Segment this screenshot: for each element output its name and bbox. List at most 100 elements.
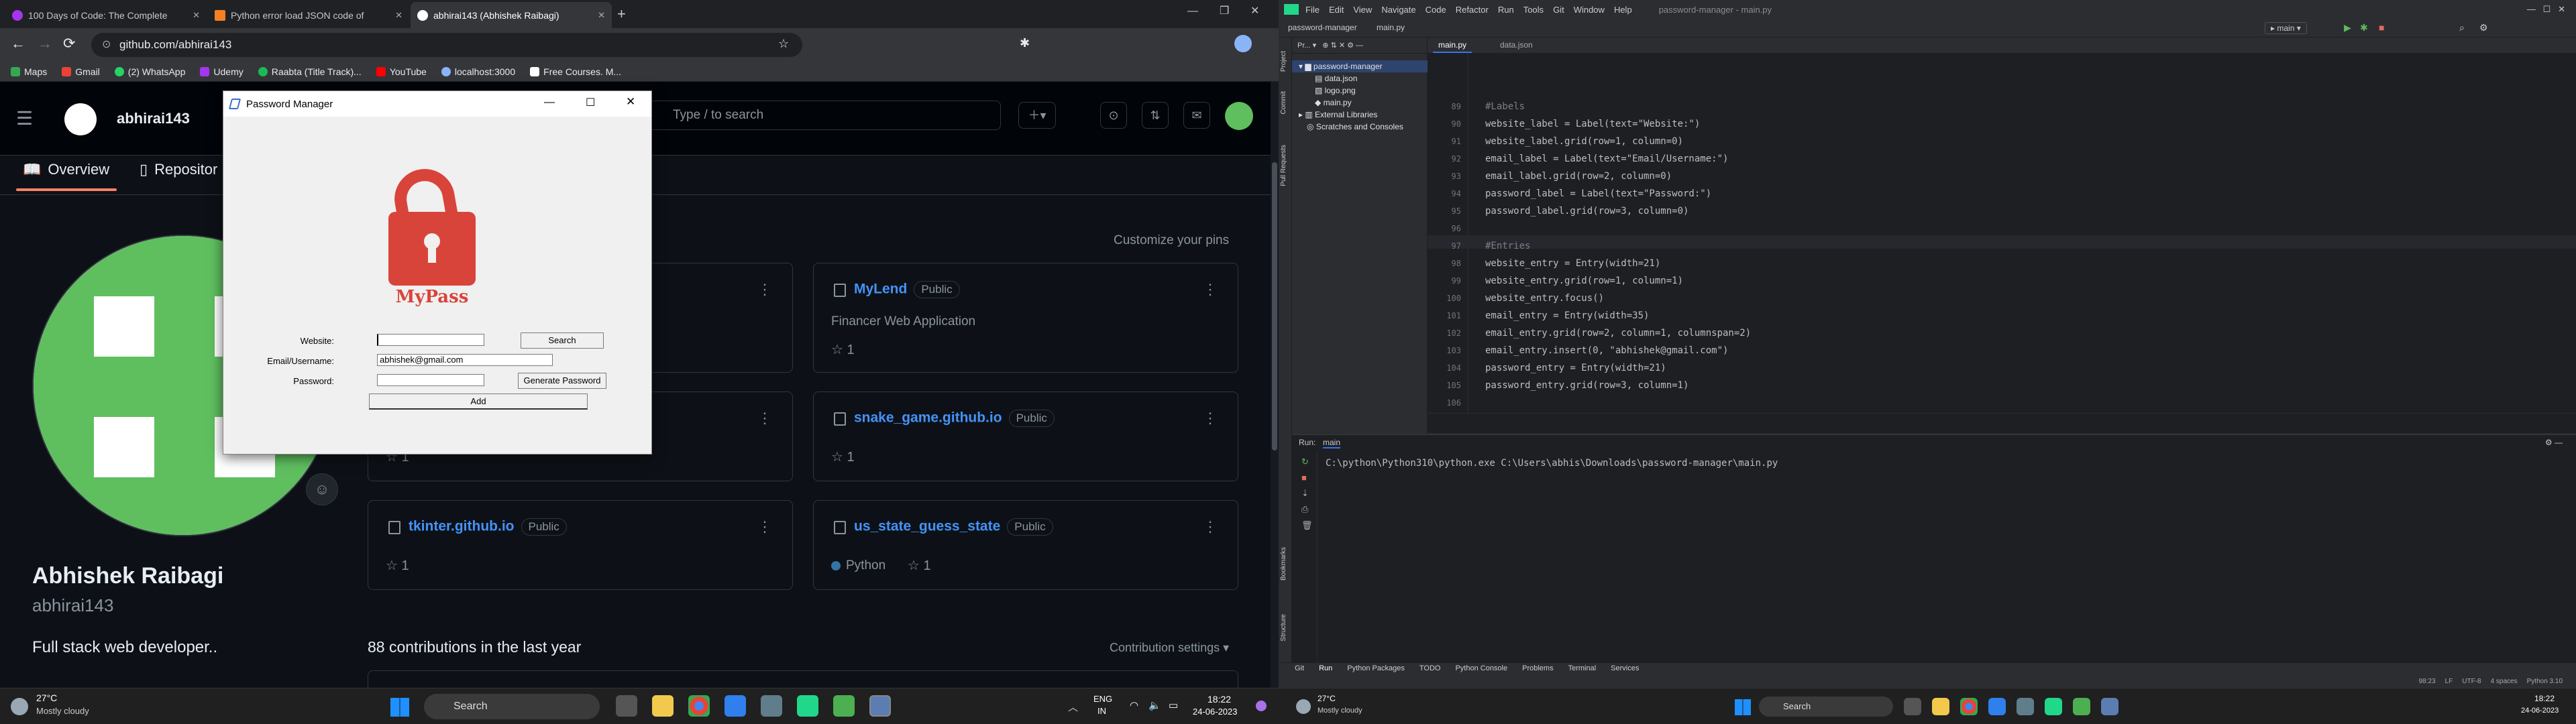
bottom-tab-python-console[interactable]: Python Console <box>1455 664 1507 672</box>
tab-repositories[interactable]: ▯ Repositor <box>140 161 217 178</box>
search-everywhere-icon[interactable]: ⌕ <box>2459 22 2465 34</box>
weather-cloud-icon[interactable] <box>1296 699 1311 714</box>
search-button[interactable]: Search <box>521 333 604 349</box>
tree-node-data-json[interactable]: ▤ data.json <box>1315 74 1357 83</box>
chrome-icon[interactable] <box>688 695 710 717</box>
python-tk-icon[interactable] <box>2101 698 2118 715</box>
website-entry[interactable] <box>377 334 484 346</box>
code-line[interactable]: email_entry.insert(0, "abhishek@gmail.co… <box>1485 345 1728 356</box>
scroll-end-icon[interactable]: ⇣ <box>1301 488 1317 499</box>
drag-handle-icon[interactable]: ⋮ <box>1203 518 1218 536</box>
task-view-icon[interactable] <box>1904 698 1921 715</box>
editor-horizontal-scroll[interactable] <box>1428 413 2576 433</box>
notification-badge[interactable] <box>1256 701 1267 711</box>
run-tab-main[interactable]: main <box>1323 438 1341 448</box>
set-status-smiley-icon[interactable]: ☺ <box>306 473 338 505</box>
python-tk-icon[interactable] <box>869 695 891 717</box>
code-line[interactable]: website_label.grid(row=1, column=0) <box>1485 136 1683 147</box>
clock-time[interactable]: 18:22 <box>1208 694 1231 705</box>
battery-icon[interactable]: ▭ <box>1169 699 1178 711</box>
github-logo-icon[interactable] <box>64 103 97 135</box>
project-panel-header[interactable]: Pr... ▾ ⊕ ⇅ ✕ ⚙ — <box>1292 38 1428 54</box>
tab-overview[interactable]: 📖 Overview <box>23 161 109 178</box>
repo-name-link[interactable]: snake_game.github.io <box>854 410 1002 426</box>
bottom-tab-terminal[interactable]: Terminal <box>1568 664 1597 672</box>
run-stop-icon[interactable]: ■ <box>1301 473 1317 483</box>
settings-gear-icon[interactable] <box>2017 698 2034 715</box>
forward-arrow-icon[interactable]: → <box>38 35 52 52</box>
menu-tools[interactable]: Tools <box>1523 5 1544 15</box>
tree-node-external-libraries[interactable]: ▸ ▥ External Libraries <box>1299 110 1377 119</box>
input-language[interactable]: ENG <box>1093 694 1112 704</box>
menu-run[interactable]: Run <box>1498 5 1514 15</box>
tree-node-logo-png[interactable]: ▧ logo.png <box>1315 86 1356 95</box>
menu-code[interactable]: Code <box>1426 5 1446 15</box>
customize-pins-link[interactable]: Customize your pins <box>1114 233 1229 248</box>
bottom-tab-git[interactable]: Git <box>1295 664 1304 672</box>
minimize-button[interactable]: — <box>1187 5 1198 17</box>
sheets-icon[interactable] <box>833 695 855 717</box>
settings-gear-icon[interactable] <box>761 695 782 717</box>
pinned-repo-card-us-state[interactable]: us_state_guess_state Public ⋮ Python ☆ 1 <box>813 500 1238 590</box>
star-count[interactable]: ☆ 1 <box>908 557 931 574</box>
file-explorer-icon[interactable] <box>1932 698 1949 715</box>
pycharm-icon[interactable] <box>797 695 818 717</box>
reload-icon[interactable]: ⟳ <box>63 35 75 52</box>
menu-edit[interactable]: Edit <box>1329 5 1344 15</box>
code-line[interactable]: email_entry.grid(row=2, column=1, column… <box>1485 328 1751 339</box>
bookmark-star-icon[interactable]: ☆ <box>778 37 789 51</box>
bookmark-gmail[interactable]: Gmail <box>62 66 100 77</box>
drag-handle-icon[interactable]: ⋮ <box>757 518 772 536</box>
rerun-icon[interactable]: ↻ <box>1301 457 1317 467</box>
bookmark-free-courses[interactable]: Free Courses. M... <box>530 66 621 77</box>
code-editor[interactable]: main.py data.json 89 #Labels 90 website_lab… <box>1428 38 2576 433</box>
breadcrumb-file[interactable]: main.py <box>1377 23 1405 32</box>
menu-file[interactable]: File <box>1305 5 1320 15</box>
breadcrumb-project[interactable]: password-manager <box>1288 23 1357 32</box>
pinned-repo-card-tkinter[interactable]: tkinter.github.io Public ⋮ ☆ 1 <box>368 500 793 590</box>
weather-cloud-icon[interactable] <box>11 698 28 715</box>
dialog-minimize-button[interactable]: — <box>544 97 555 109</box>
code-line[interactable]: website_entry.focus() <box>1485 293 1604 304</box>
repo-name-link[interactable]: us_state_guess_state <box>854 519 1000 534</box>
bookmark-youtube[interactable]: YouTube <box>376 66 427 77</box>
tab-close-icon[interactable]: ✕ <box>395 10 402 21</box>
clock-time[interactable]: 18:22 <box>2534 694 2555 703</box>
file-explorer-icon[interactable] <box>652 695 674 717</box>
chrome-icon[interactable] <box>1960 698 1978 715</box>
drag-handle-icon[interactable]: ⋮ <box>757 281 772 298</box>
browser-tab-udemy[interactable]: 100 Days of Code: The Complete ✕ <box>5 2 207 28</box>
create-new-button[interactable]: ＋▾ <box>1018 102 1056 129</box>
pycharm-icon[interactable] <box>2045 698 2062 715</box>
repo-name-link[interactable]: MyLend <box>854 282 907 297</box>
ide-settings-icon[interactable]: ⚙ <box>2479 22 2488 34</box>
bottom-tab-run[interactable]: Run <box>1319 664 1332 672</box>
code-line[interactable]: password_entry.grid(row=3, column=1) <box>1485 380 1688 391</box>
line-separator[interactable]: LF <box>2445 678 2453 685</box>
generate-password-button[interactable]: Generate Password <box>518 373 606 389</box>
python-interpreter[interactable]: Python 3.10 <box>2527 678 2563 685</box>
bookmark-maps[interactable]: Maps <box>11 66 47 77</box>
bottom-tab-python-packages[interactable]: Python Packages <box>1347 664 1405 672</box>
run-panel-settings-icon[interactable]: ⚙ — <box>2545 438 2563 447</box>
code-line[interactable]: password_label = Label(text="Password:") <box>1485 188 1711 199</box>
tool-bookmarks[interactable]: Bookmarks <box>1280 547 1287 581</box>
print-icon[interactable]: ⎙ <box>1301 504 1317 515</box>
tool-structure[interactable]: Structure <box>1280 614 1287 642</box>
tab-close-icon[interactable]: ✕ <box>598 10 605 21</box>
taskbar-search[interactable]: Search <box>1759 697 1893 717</box>
inbox-icon[interactable]: ✉ <box>1183 102 1210 129</box>
drag-handle-icon[interactable]: ⋮ <box>757 410 772 427</box>
drag-handle-icon[interactable]: ⋮ <box>1203 281 1218 298</box>
bookmark-whatsapp[interactable]: (2) WhatsApp <box>114 66 185 77</box>
windows-start-icon[interactable] <box>390 698 409 717</box>
tool-commit[interactable]: Commit <box>1280 91 1287 114</box>
back-arrow-icon[interactable]: ← <box>11 35 25 52</box>
email-entry[interactable]: abhishek@gmail.com <box>377 354 553 366</box>
hamburger-menu-icon[interactable]: ☰ <box>16 107 33 129</box>
weather-temp[interactable]: 27°C <box>36 692 57 703</box>
tool-project[interactable]: Project <box>1280 51 1287 72</box>
stop-icon[interactable]: ■ <box>2379 22 2384 33</box>
windows-start-icon[interactable] <box>1735 699 1751 715</box>
tray-chevron-icon[interactable]: ︿ <box>1068 700 1078 714</box>
